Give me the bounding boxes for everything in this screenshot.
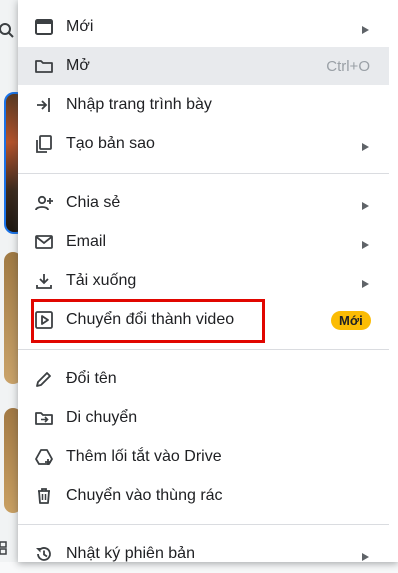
menu-item-label: Mới <box>66 18 94 35</box>
copy-icon <box>34 134 54 154</box>
menu-item-label: Đổi tên <box>66 370 117 387</box>
history-icon <box>34 544 54 564</box>
download-icon <box>34 271 54 291</box>
keyboard-shortcut: Ctrl+O <box>326 58 370 75</box>
menu-item-label: Nhật ký phiên bản <box>66 545 195 562</box>
share-icon <box>34 193 54 213</box>
menu-item-label: Nhập trang trình bày <box>66 96 212 113</box>
search-icon[interactable] <box>0 22 16 40</box>
trash-icon <box>34 486 54 506</box>
menu-item-open[interactable]: Mở Ctrl+O <box>18 47 389 85</box>
file-menu: Mới Mở Ctrl+O Nhập trang trình bày Tạo b… <box>18 0 398 562</box>
menu-item-rename[interactable]: Đổi tên <box>18 360 389 398</box>
menu-item-email[interactable]: Email <box>18 223 389 261</box>
menu-item-label: Thêm lối tắt vào Drive <box>66 448 222 465</box>
menu-item-label: Chuyển đổi thành video <box>66 311 235 328</box>
menu-item-import-slides[interactable]: Nhập trang trình bày <box>18 86 389 124</box>
new-icon <box>34 17 54 37</box>
menu-item-label: Tạo bản sao <box>66 135 155 152</box>
submenu-arrow-icon <box>360 198 370 210</box>
submenu-arrow-icon <box>360 549 370 561</box>
menu-divider <box>18 173 389 174</box>
move-icon <box>34 408 54 428</box>
drive-shortcut-icon <box>34 447 54 467</box>
menu-divider <box>18 349 389 350</box>
menu-item-convert-to-video[interactable]: Chuyển đổi thành video Mới <box>18 301 389 339</box>
email-icon <box>34 232 54 252</box>
submenu-arrow-icon <box>360 276 370 288</box>
grid-view-icon[interactable] <box>0 540 8 556</box>
folder-icon <box>34 56 54 76</box>
menu-divider <box>18 524 389 525</box>
submenu-arrow-icon <box>360 237 370 249</box>
pencil-icon <box>34 369 54 389</box>
menu-item-move-to-trash[interactable]: Chuyển vào thùng rác <box>18 477 389 515</box>
menu-item-make-copy[interactable]: Tạo bản sao <box>18 125 389 163</box>
menu-item-download[interactable]: Tải xuống <box>18 262 389 300</box>
menu-item-move[interactable]: Di chuyển <box>18 399 389 437</box>
new-badge: Mới <box>331 311 371 330</box>
import-icon <box>34 95 54 115</box>
menu-item-label: Di chuyển <box>66 409 138 426</box>
menu-item-label: Chuyển vào thùng rác <box>66 487 223 504</box>
submenu-arrow-icon <box>360 22 370 34</box>
menu-item-label: Chia sẻ <box>66 194 121 211</box>
video-icon <box>34 310 54 330</box>
submenu-arrow-icon <box>360 139 370 151</box>
menu-item-label: Mở <box>66 57 90 74</box>
menu-item-version-history[interactable]: Nhật ký phiên bản <box>18 535 389 573</box>
menu-item-label: Tải xuống <box>66 272 137 289</box>
menu-item-add-shortcut-drive[interactable]: Thêm lối tắt vào Drive <box>18 438 389 476</box>
menu-item-label: Email <box>66 233 107 250</box>
menu-item-new[interactable]: Mới <box>18 8 389 46</box>
menu-item-share[interactable]: Chia sẻ <box>18 184 389 222</box>
